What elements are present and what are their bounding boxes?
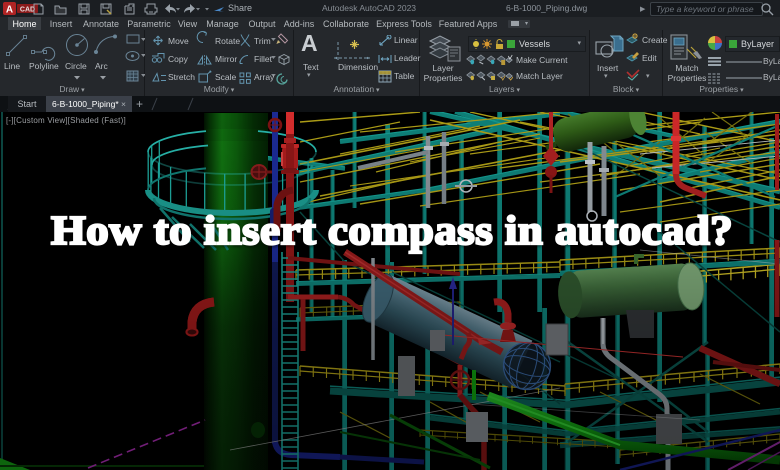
svg-text:CAD: CAD [20,7,35,14]
svg-text:A: A [6,5,13,16]
